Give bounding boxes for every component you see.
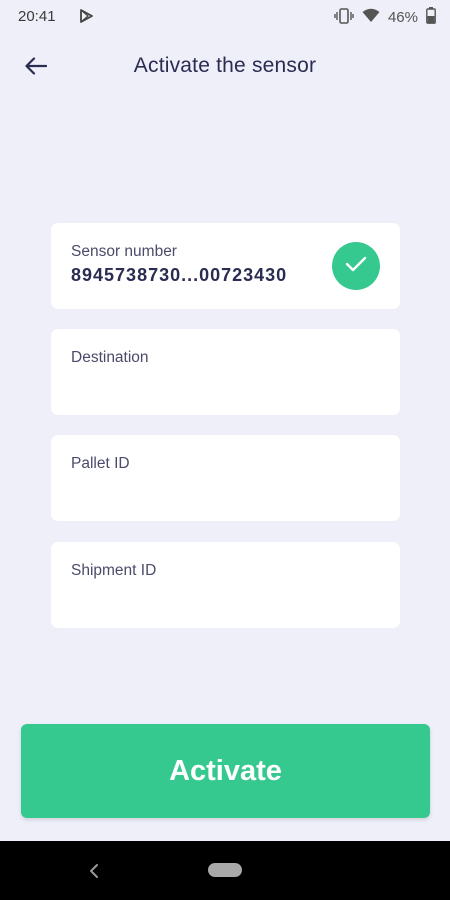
nav-home-pill[interactable]	[208, 863, 242, 877]
pallet-id-label: Pallet ID	[71, 455, 130, 472]
destination-label: Destination	[71, 349, 149, 366]
shipment-id-label: Shipment ID	[71, 562, 157, 579]
nav-back-icon[interactable]	[86, 861, 102, 881]
app-header: Activate the sensor	[0, 44, 450, 90]
status-time: 20:41	[18, 8, 56, 25]
play-store-icon	[80, 9, 93, 28]
vibrate-icon	[334, 7, 354, 28]
activate-button[interactable]: Activate	[21, 724, 430, 818]
status-bar: 20:41 46%	[0, 0, 450, 34]
page-title: Activate the sensor	[133, 54, 317, 77]
battery-level: 46%	[387, 9, 418, 26]
shipment-id-field[interactable]: Shipment ID	[51, 542, 400, 628]
pallet-id-field[interactable]: Pallet ID	[51, 435, 400, 521]
check-icon	[345, 256, 367, 277]
destination-field[interactable]: Destination	[51, 329, 400, 415]
system-nav-bar	[0, 841, 450, 900]
sensor-number-field[interactable]: Sensor number 8945738730...00723430	[51, 223, 400, 309]
verified-badge	[332, 242, 380, 290]
wifi-icon	[362, 8, 380, 27]
battery-icon	[426, 7, 436, 28]
status-icons: 46%	[334, 7, 436, 28]
